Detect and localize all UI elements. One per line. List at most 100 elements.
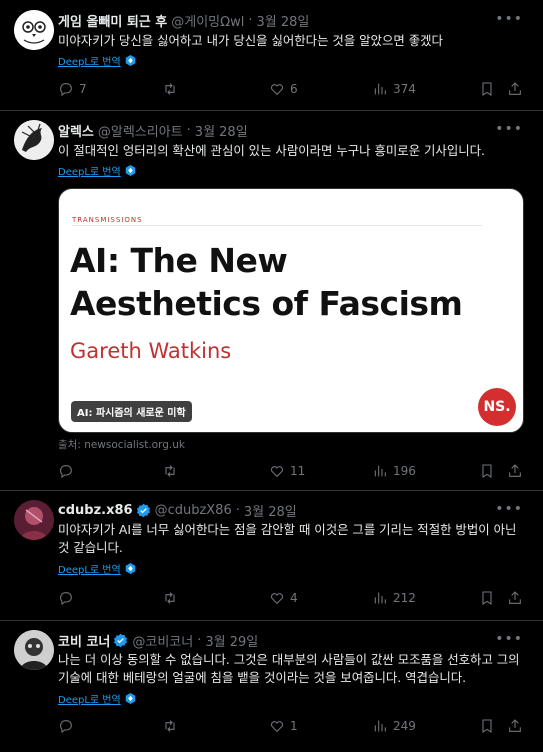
more-options-icon[interactable]: ••• bbox=[495, 121, 523, 137]
translate-label[interactable]: DeepL로 번역 bbox=[58, 53, 121, 68]
share-icon bbox=[509, 82, 521, 95]
bookmark-button[interactable] bbox=[479, 716, 495, 736]
like-button[interactable]: 1 bbox=[269, 716, 298, 736]
bookmark-button[interactable] bbox=[479, 588, 495, 608]
display-name[interactable]: cdubz.x86 bbox=[58, 503, 133, 518]
timestamp[interactable]: 3월 28일 bbox=[244, 501, 297, 520]
retweet-button[interactable] bbox=[162, 461, 183, 481]
share-icon bbox=[509, 719, 521, 732]
bookmark-button[interactable] bbox=[479, 79, 495, 99]
share-button[interactable] bbox=[507, 461, 523, 481]
tweet[interactable]: 알렉스 @알렉스리아트 · 3월 28일 ••• 이 절대적인 엉터리의 확산에… bbox=[0, 110, 543, 491]
like-button[interactable]: 11 bbox=[269, 461, 305, 481]
bookmark-icon bbox=[482, 719, 492, 733]
card-title-line-1: AI: The New bbox=[70, 241, 288, 280]
views-button[interactable]: 249 bbox=[372, 716, 416, 736]
translate-badge-icon bbox=[125, 693, 135, 704]
translate-label[interactable]: DeepL로 번역 bbox=[58, 163, 121, 178]
views-icon bbox=[374, 465, 386, 477]
translate-badge-icon bbox=[125, 55, 135, 66]
avatar[interactable] bbox=[14, 630, 54, 670]
display-name[interactable]: 알렉스 bbox=[58, 121, 94, 140]
translate-badge-icon bbox=[125, 563, 135, 574]
like-button[interactable]: 4 bbox=[269, 588, 298, 608]
translate-badge-icon bbox=[125, 165, 135, 176]
heart-icon bbox=[270, 84, 284, 96]
timestamp[interactable]: 3월 28일 bbox=[256, 11, 309, 30]
retweet-button[interactable] bbox=[162, 716, 183, 736]
translate-link[interactable]: DeepL로 번역 bbox=[58, 561, 136, 576]
character-avatar-icon bbox=[14, 500, 54, 540]
avatar[interactable] bbox=[14, 10, 54, 50]
verified-badge-icon bbox=[114, 633, 128, 647]
handle[interactable]: @알렉스리아트 bbox=[98, 121, 183, 140]
bookmark-icon bbox=[482, 591, 492, 605]
reply-icon bbox=[60, 83, 72, 97]
view-count: 374 bbox=[393, 82, 416, 96]
card-kicker: TRANSMISSIONS bbox=[72, 216, 143, 224]
reply-button[interactable] bbox=[58, 588, 79, 608]
translate-label[interactable]: DeepL로 번역 bbox=[58, 691, 121, 706]
timestamp[interactable]: 3월 28일 bbox=[195, 121, 248, 140]
tweet[interactable]: 코비 코너 @코비코너 · 3월 29일 ••• 나는 더 이상 동의할 수 없… bbox=[0, 620, 543, 752]
heart-icon bbox=[270, 466, 284, 478]
display-name[interactable]: 코비 코너 bbox=[58, 631, 110, 650]
like-button[interactable]: 6 bbox=[269, 79, 298, 99]
reply-count: 7 bbox=[79, 82, 87, 96]
bookmark-button[interactable] bbox=[479, 461, 495, 481]
reply-button[interactable] bbox=[58, 461, 79, 481]
views-button[interactable]: 196 bbox=[372, 461, 416, 481]
translate-link[interactable]: DeepL로 번역 bbox=[58, 163, 136, 178]
share-button[interactable] bbox=[507, 79, 523, 99]
tweet-text: 나는 더 이상 동의할 수 없습니다. 그것은 대부분의 사람들이 값싼 모조품… bbox=[58, 652, 520, 685]
link-card[interactable]: TRANSMISSIONS AI: The New Aesthetics of … bbox=[58, 188, 524, 433]
card-source[interactable]: 출처: newsocialist.org.uk bbox=[58, 437, 185, 452]
reply-icon bbox=[60, 465, 72, 479]
ns-logo: NS. bbox=[478, 388, 516, 426]
verified-badge-icon bbox=[136, 503, 150, 517]
view-count: 196 bbox=[393, 464, 416, 478]
translate-link[interactable]: DeepL로 번역 bbox=[58, 691, 136, 706]
card-divider bbox=[72, 225, 482, 226]
bookmark-icon bbox=[482, 82, 492, 96]
display-name[interactable]: 게임 올빼미 퇴근 후 bbox=[58, 11, 167, 30]
translate-label[interactable]: DeepL로 번역 bbox=[58, 561, 121, 576]
like-count: 6 bbox=[290, 82, 298, 96]
person-avatar-icon bbox=[14, 630, 54, 670]
handle[interactable]: @코비코너 bbox=[132, 631, 193, 650]
retweet-button[interactable] bbox=[162, 79, 183, 99]
handle[interactable]: @cdubzX86 bbox=[155, 503, 232, 518]
views-button[interactable]: 374 bbox=[372, 79, 416, 99]
share-icon bbox=[509, 591, 521, 604]
reply-button[interactable]: 7 bbox=[58, 79, 87, 99]
views-icon bbox=[374, 720, 386, 732]
retweet-button[interactable] bbox=[162, 588, 183, 608]
bookmark-icon bbox=[482, 464, 492, 478]
handle[interactable]: @게이밍Ωwl bbox=[171, 11, 244, 30]
view-count: 249 bbox=[393, 719, 416, 733]
timestamp[interactable]: 3월 29일 bbox=[205, 631, 258, 650]
tweet-text: 이 절대적인 엉터리의 확산에 관심이 있는 사람이라면 누구나 흥미로운 기사… bbox=[58, 143, 485, 158]
tweet[interactable]: cdubz.x86 @cdubzX86 · 3월 28일 ••• 미야자키가 A… bbox=[0, 490, 543, 621]
card-author: Gareth Watkins bbox=[70, 339, 232, 363]
views-button[interactable]: 212 bbox=[372, 588, 416, 608]
translate-link[interactable]: DeepL로 번역 bbox=[58, 53, 136, 68]
avatar[interactable] bbox=[14, 120, 54, 160]
more-options-icon[interactable]: ••• bbox=[495, 11, 523, 27]
heart-icon bbox=[270, 593, 284, 605]
like-count: 11 bbox=[290, 464, 306, 478]
share-button[interactable] bbox=[507, 716, 523, 736]
avatar[interactable] bbox=[14, 500, 54, 540]
more-options-icon[interactable]: ••• bbox=[495, 501, 523, 517]
reply-button[interactable] bbox=[58, 716, 79, 736]
like-count: 1 bbox=[290, 719, 298, 733]
tweet[interactable]: 게임 올빼미 퇴근 후 @게이밍Ωwl · 3월 28일 ••• 미야자키가 당… bbox=[0, 0, 543, 111]
card-caption-badge: AI: 파시즘의 새로운 미학 bbox=[71, 401, 192, 422]
retweet-icon bbox=[165, 465, 175, 477]
more-options-icon[interactable]: ••• bbox=[495, 631, 523, 647]
view-count: 212 bbox=[393, 591, 416, 605]
tweet-text: 미야자키가 당신을 싫어하고 내가 당신을 싫어한다는 것을 알았으면 좋겠다 bbox=[58, 33, 443, 48]
card-title: AI: The New Aesthetics of Fascism bbox=[70, 239, 463, 325]
tweet-text: 미야자키가 AI를 너무 싫어한다는 점을 감안할 때 이것은 그를 기리는 적… bbox=[58, 522, 517, 555]
share-button[interactable] bbox=[507, 588, 523, 608]
